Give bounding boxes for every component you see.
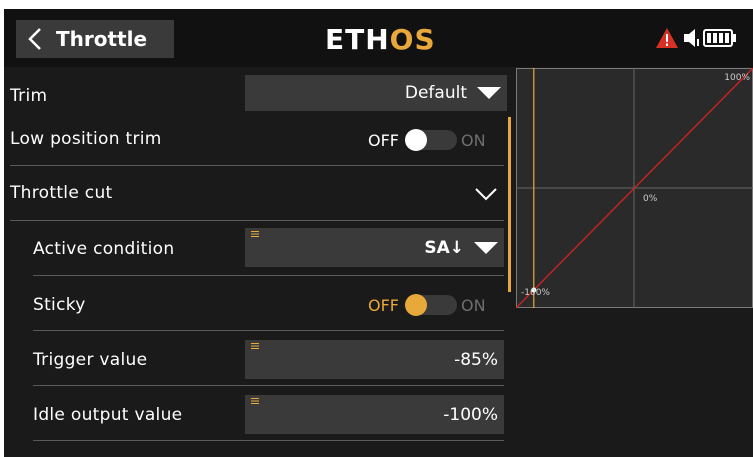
dropdown-arrow-icon <box>474 241 498 254</box>
toggle-track <box>405 294 457 316</box>
page-title: Throttle <box>56 27 148 51</box>
graph-label-max: 100% <box>724 73 750 83</box>
throttle-cut-label: Throttle cut <box>10 183 113 203</box>
graph-label-center: 0% <box>643 194 658 204</box>
active-condition-dropdown[interactable]: SA↓ <box>245 228 504 267</box>
active-condition-label: Active condition <box>33 239 175 259</box>
trim-value: Default <box>404 83 467 103</box>
row-throttle-cut[interactable]: Throttle cut <box>4 166 504 220</box>
edit-marker-icon <box>251 398 259 404</box>
toggle-knob <box>405 129 427 151</box>
toggle-on-label: ON <box>461 130 486 150</box>
toggle-off-label: OFF <box>368 295 399 315</box>
sticky-toggle[interactable]: OFF ON <box>368 294 486 316</box>
dropdown-arrow-icon <box>477 87 501 99</box>
logo-text-main: ETH <box>325 22 390 56</box>
scrollbar[interactable] <box>508 117 511 292</box>
trim-dropdown[interactable]: Default <box>245 75 507 111</box>
toggle-knob <box>405 294 427 316</box>
toggle-on-label: ON <box>461 295 486 315</box>
toggle-track <box>405 129 457 151</box>
row-active-condition: Active condition SA↓ <box>4 221 504 276</box>
idle-output-value-field[interactable]: -100% <box>245 395 504 434</box>
row-trim: Trim Default <box>4 72 507 122</box>
logo-text-accent: OS <box>389 22 436 56</box>
trigger-value-field[interactable]: -85% <box>245 340 504 379</box>
row-idle-output-value: Idle output value -100% <box>4 386 504 441</box>
ethos-logo: ETH OS <box>325 22 436 56</box>
battery-icon[interactable] <box>703 28 737 52</box>
back-button[interactable]: Throttle <box>16 20 174 58</box>
trim-label: Trim <box>10 86 48 106</box>
trigger-value: -85% <box>454 349 498 370</box>
idle-output-value-label: Idle output value <box>33 405 183 425</box>
row-trigger-value: Trigger value -85% <box>4 331 504 386</box>
row-sticky: Sticky OFF ON <box>4 276 504 331</box>
edit-marker-icon <box>251 343 259 349</box>
chevron-down-icon[interactable] <box>474 186 498 205</box>
chevron-left-icon <box>22 20 48 58</box>
active-condition-value: SA↓ <box>424 237 464 258</box>
low-position-trim-toggle[interactable]: OFF ON <box>368 129 486 151</box>
screen: Throttle ETH OS Trim Default Low position… <box>4 9 753 457</box>
idle-output-value: -100% <box>443 404 498 425</box>
warning-icon[interactable] <box>655 27 679 53</box>
graph-label-min: -100% <box>521 288 550 298</box>
divider <box>33 440 504 441</box>
toggle-off-label: OFF <box>368 130 399 150</box>
row-low-position-trim: Low position trim OFF ON <box>4 121 504 167</box>
speaker-icon[interactable] <box>682 27 700 53</box>
edit-marker-icon <box>251 231 259 237</box>
header-bar: Throttle ETH OS <box>4 9 753 67</box>
trigger-value-label: Trigger value <box>33 350 148 370</box>
throttle-curve-graph: 100% 0% -100% <box>516 68 753 308</box>
status-icons <box>655 27 737 53</box>
low-position-trim-label: Low position trim <box>10 129 162 149</box>
sticky-label: Sticky <box>33 295 86 315</box>
